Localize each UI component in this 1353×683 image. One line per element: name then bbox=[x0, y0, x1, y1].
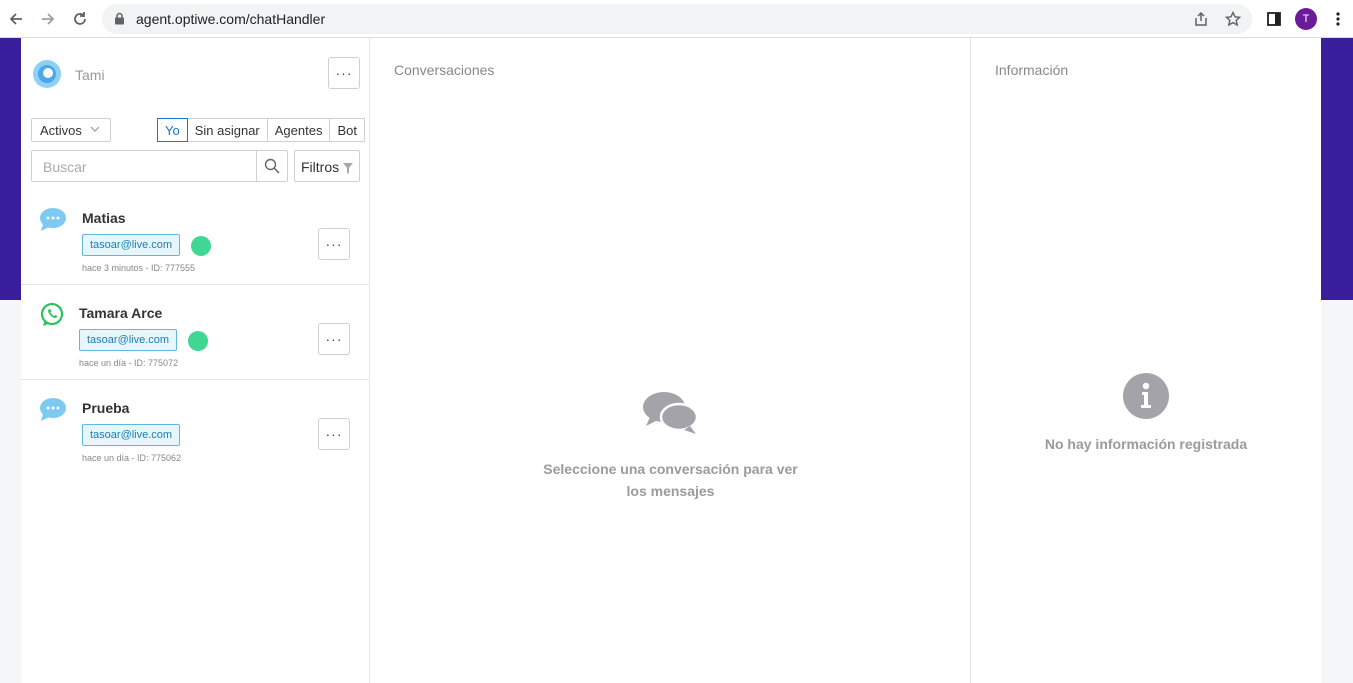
conversation-more-button[interactable]: ··· bbox=[318, 323, 350, 355]
tab-bot[interactable]: Bot bbox=[329, 118, 365, 142]
info-icon bbox=[1123, 373, 1169, 419]
online-status-dot bbox=[188, 331, 208, 351]
side-panel-icon[interactable] bbox=[1262, 7, 1286, 31]
conversation-meta: hace un día - ID: 775062 bbox=[82, 453, 182, 463]
status-dropdown[interactable]: Activos bbox=[31, 118, 111, 142]
browser-toolbar: agent.optiwe.com/chatHandler T bbox=[0, 0, 1353, 38]
empty-conversation-state: Seleccione una conversación para ver los… bbox=[370, 390, 971, 502]
information-panel: Información No hay información registrad… bbox=[971, 38, 1321, 683]
whatsapp-icon bbox=[39, 302, 67, 328]
forward-arrow-icon[interactable] bbox=[36, 7, 60, 31]
contact-name: Tamara Arce bbox=[79, 305, 163, 321]
chevron-down-icon bbox=[90, 124, 100, 137]
conversations-title: Conversaciones bbox=[394, 62, 495, 78]
chat-handler-app: Tami ··· Activos Yo Sin asignar Agentes … bbox=[21, 38, 1321, 683]
conversation-item[interactable]: Tamara Arce tasoar@live.com hace un día … bbox=[21, 285, 370, 380]
search-input[interactable]: Buscar bbox=[31, 150, 288, 182]
search-placeholder: Buscar bbox=[43, 159, 87, 175]
contact-name: Matias bbox=[82, 210, 126, 226]
search-button[interactable] bbox=[256, 151, 287, 181]
filters-button[interactable]: Filtros bbox=[294, 150, 360, 182]
tab-yo[interactable]: Yo bbox=[157, 118, 188, 142]
conversation-meta: hace 3 minutos - ID: 777555 bbox=[82, 263, 196, 273]
email-tag: tasoar@live.com bbox=[82, 234, 181, 256]
sidebar-more-button[interactable]: ··· bbox=[328, 57, 360, 89]
bookmark-star-icon[interactable] bbox=[1224, 10, 1243, 29]
filters-label: Filtros bbox=[301, 159, 340, 175]
conversation-panel: Conversaciones Seleccione una conversaci… bbox=[370, 38, 971, 683]
empty-conversation-message: Seleccione una conversación para ver los… bbox=[543, 461, 798, 499]
email-tag: tasoar@live.com bbox=[82, 424, 181, 446]
online-status-dot bbox=[191, 236, 211, 256]
chat-bubbles-icon bbox=[642, 392, 698, 434]
optiwe-logo-icon bbox=[32, 59, 62, 89]
conversation-more-button[interactable]: ··· bbox=[318, 418, 350, 450]
reload-icon[interactable] bbox=[68, 7, 92, 31]
assignment-tabs: Yo Sin asignar Agentes Bot bbox=[157, 118, 365, 142]
browser-menu-icon[interactable] bbox=[1326, 7, 1350, 31]
information-title: Información bbox=[995, 62, 1069, 78]
tab-agentes[interactable]: Agentes bbox=[266, 118, 331, 142]
email-tag: tasoar@live.com bbox=[79, 329, 178, 351]
conversation-list-panel: Tami ··· Activos Yo Sin asignar Agentes … bbox=[21, 38, 370, 683]
empty-information-message: No hay información registrada bbox=[1044, 436, 1248, 452]
status-dropdown-value: Activos bbox=[40, 123, 82, 138]
tab-sin-asignar[interactable]: Sin asignar bbox=[186, 118, 268, 142]
filter-funnel-icon bbox=[343, 161, 353, 177]
conversation-more-button[interactable]: ··· bbox=[318, 228, 350, 260]
agent-name: Tami bbox=[75, 67, 105, 83]
profile-avatar[interactable]: T bbox=[1295, 8, 1317, 30]
conversation-meta: hace un día - ID: 775072 bbox=[79, 358, 179, 368]
search-icon bbox=[264, 158, 280, 174]
conversation-item[interactable]: Prueba tasoar@live.com hace un día - ID:… bbox=[21, 380, 370, 475]
chat-bubble-icon bbox=[39, 207, 67, 233]
empty-information-state: No hay información registrada bbox=[971, 373, 1321, 452]
share-icon[interactable] bbox=[1193, 11, 1211, 29]
conversation-item[interactable]: Matias tasoar@live.com hace 3 minutos - … bbox=[21, 190, 370, 285]
back-arrow-icon[interactable] bbox=[4, 7, 28, 31]
contact-name: Prueba bbox=[82, 400, 130, 416]
lock-icon bbox=[114, 12, 125, 30]
chat-bubble-icon bbox=[39, 397, 67, 423]
url-text: agent.optiwe.com/chatHandler bbox=[136, 11, 326, 27]
address-bar[interactable]: agent.optiwe.com/chatHandler bbox=[102, 4, 1252, 34]
